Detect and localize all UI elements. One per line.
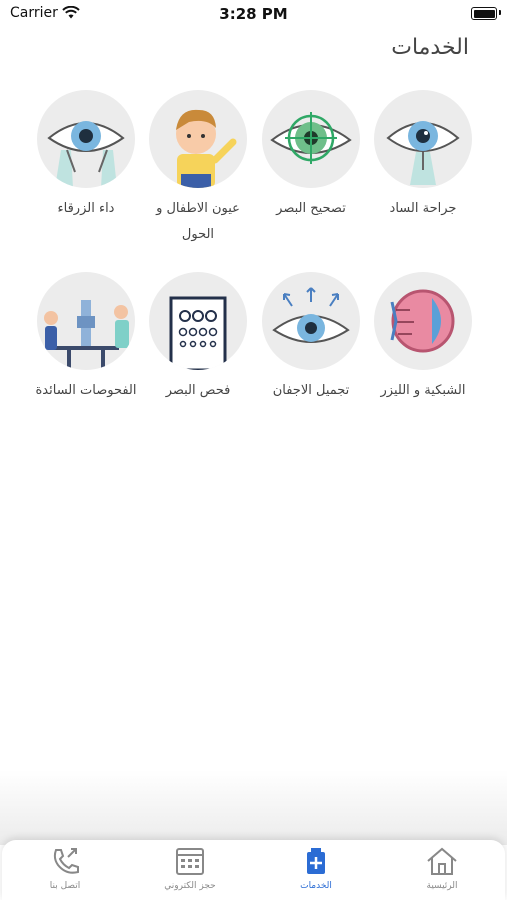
tab-label: الخدمات xyxy=(300,881,332,891)
page-title: الخدمات xyxy=(391,35,469,60)
vision-correction-icon xyxy=(270,112,352,164)
glaucoma-icon xyxy=(47,121,125,188)
service-cataract-surgery[interactable]: جراحة الساد xyxy=(367,90,479,222)
tab-label: حجز الكتروني xyxy=(164,881,216,891)
eye-chart-icon xyxy=(169,296,227,370)
service-label: الشبكية و الليزر xyxy=(380,383,466,398)
service-eye-exam[interactable]: الفحوصات السائدة xyxy=(30,272,142,404)
cataract-surgery-icon xyxy=(386,121,460,185)
tab-home[interactable]: الرئيسية xyxy=(379,846,505,891)
retina-laser-icon xyxy=(390,289,455,353)
clock: 3:28 PM xyxy=(219,5,288,23)
battery-icon xyxy=(471,7,497,20)
service-glaucoma[interactable]: داء الزرقاء xyxy=(30,90,142,222)
service-label: عيون الاطفال و الحول xyxy=(156,201,240,242)
service-eyelid-cosmetic[interactable]: تجميل الاجفان xyxy=(255,272,367,404)
home-icon xyxy=(427,847,457,875)
tab-services[interactable]: الخدمات xyxy=(253,846,379,891)
tab-contact[interactable]: اتصل بنا xyxy=(2,846,128,891)
eyelid-cosmetic-icon xyxy=(272,287,350,343)
status-bar: Carrier 3:28 PM xyxy=(0,0,507,30)
pediatric-eyes-icon xyxy=(176,109,237,188)
tab-bar: الرئيسية الخدمات حجز الكتروني اتصل بنا xyxy=(2,840,505,900)
service-retina-laser[interactable]: الشبكية و الليزر xyxy=(367,272,479,404)
service-pediatric-eyes[interactable]: عيون الاطفال و الحول xyxy=(142,90,254,248)
calendar-icon xyxy=(176,848,204,875)
phone-icon xyxy=(53,848,79,874)
service-eye-chart[interactable]: فحص البصر xyxy=(142,272,254,404)
tab-label: الرئيسية xyxy=(426,881,458,891)
tab-booking[interactable]: حجز الكتروني xyxy=(127,846,253,891)
service-label: تصحيح البصر xyxy=(276,201,346,216)
service-label: فحص البصر xyxy=(165,383,231,398)
service-label: جراحة الساد xyxy=(389,201,457,216)
service-label: داء الزرقاء xyxy=(57,201,115,216)
service-label: تجميل الاجفان xyxy=(272,383,350,398)
eye-exam-icon xyxy=(44,300,129,370)
service-vision-correction[interactable]: تصحيح البصر xyxy=(255,90,367,222)
medical-kit-icon xyxy=(307,848,325,874)
service-label: الفحوصات السائدة xyxy=(35,383,137,398)
tab-label: اتصل بنا xyxy=(49,881,81,891)
